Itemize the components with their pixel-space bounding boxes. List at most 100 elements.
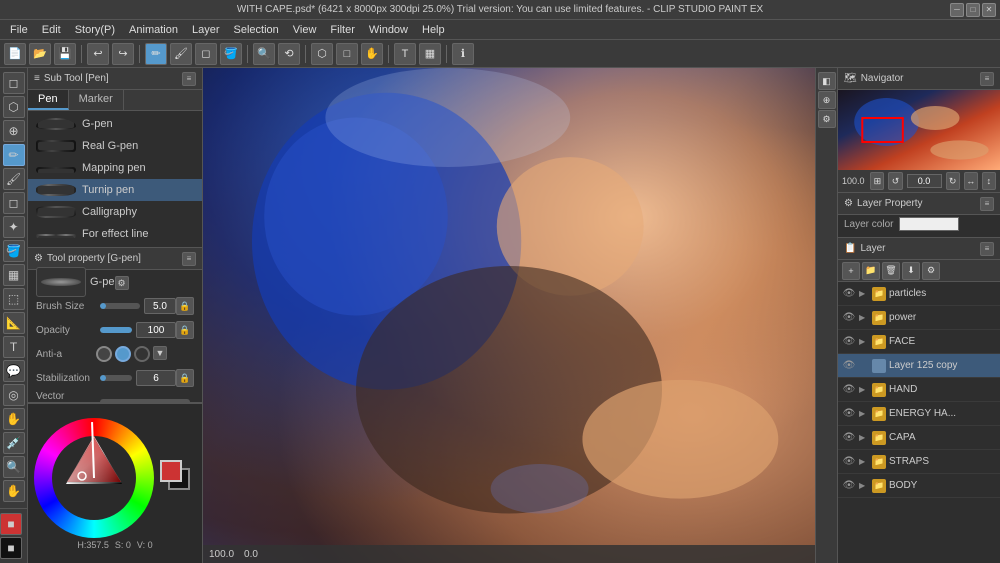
right-icon-3[interactable]: ⚙ bbox=[818, 110, 836, 128]
layer-eye-power[interactable]: 👁 bbox=[842, 311, 856, 325]
tool-hand[interactable]: ✋ bbox=[3, 480, 25, 502]
layer-expand-power[interactable]: ▶ bbox=[859, 313, 869, 322]
brush-mapping-pen[interactable]: Mapping pen bbox=[28, 157, 202, 179]
tool-move[interactable]: ✋ bbox=[3, 408, 25, 430]
tab-pen[interactable]: Pen bbox=[28, 90, 69, 110]
nav-rotate-left-btn[interactable]: ↺ bbox=[888, 172, 902, 190]
layer-eye-layer125[interactable]: 👁 bbox=[842, 359, 856, 373]
layer-eye-particles[interactable]: 👁 bbox=[842, 287, 856, 301]
toolbar-text[interactable]: T bbox=[394, 43, 416, 65]
brush-real-g-pen[interactable]: Real G-pen bbox=[28, 135, 202, 157]
layer-expand-face[interactable]: ▶ bbox=[859, 337, 869, 346]
minimize-button[interactable]: ─ bbox=[950, 3, 964, 17]
layer-expand-capa[interactable]: ▶ bbox=[859, 433, 869, 442]
tool-correction[interactable]: ◎ bbox=[3, 384, 25, 406]
layer-list-menu-btn[interactable]: ≡ bbox=[980, 242, 994, 256]
right-icon-2[interactable]: ⊕ bbox=[818, 91, 836, 109]
layer-delete-btn[interactable]: 🗑 bbox=[882, 262, 900, 280]
toolbar-zoom[interactable]: 🔍 bbox=[253, 43, 275, 65]
toolbar-open[interactable]: 📂 bbox=[29, 43, 51, 65]
tool-eyedropper[interactable]: 💉 bbox=[3, 432, 25, 454]
toolbar-select[interactable]: □ bbox=[336, 43, 358, 65]
layer-item-energy[interactable]: 👁 ▶ 📁 ENERGY HA... bbox=[838, 402, 1000, 426]
brush-g-pen[interactable]: G-pen bbox=[28, 113, 202, 135]
layer-color-swatch[interactable] bbox=[899, 217, 959, 231]
toolbar-info[interactable]: ℹ bbox=[452, 43, 474, 65]
tool-balloon[interactable]: 💬 bbox=[3, 360, 25, 382]
layer-expand-straps[interactable]: ▶ bbox=[859, 457, 869, 466]
tool-figure[interactable]: ⬚ bbox=[3, 288, 25, 310]
menu-animation[interactable]: Animation bbox=[123, 23, 184, 37]
layer-expand-energy[interactable]: ▶ bbox=[859, 409, 869, 418]
layer-expand-layer125[interactable] bbox=[859, 361, 869, 370]
anti-alias-off-btn[interactable] bbox=[96, 346, 112, 362]
layer-item-body[interactable]: 👁 ▶ 📁 BODY bbox=[838, 474, 1000, 498]
tool-zoom[interactable]: 🔍 bbox=[3, 456, 25, 478]
layer-expand-hand[interactable]: ▶ bbox=[859, 385, 869, 394]
tool-ruler[interactable]: 📐 bbox=[3, 312, 25, 334]
toolbar-pen-icon[interactable]: ✏ bbox=[145, 43, 167, 65]
menu-edit[interactable]: Edit bbox=[36, 23, 67, 37]
layer-eye-capa[interactable]: 👁 bbox=[842, 431, 856, 445]
sub-tool-menu-btn[interactable]: ≡ bbox=[182, 72, 196, 86]
opacity-input[interactable] bbox=[136, 322, 176, 338]
layer-eye-body[interactable]: 👁 bbox=[842, 479, 856, 493]
tool-lasso[interactable]: ⬡ bbox=[3, 96, 25, 118]
toolbar-eraser[interactable]: ◻ bbox=[195, 43, 217, 65]
tool-selection[interactable]: ◻ bbox=[3, 72, 25, 94]
anti-alias-expand-btn[interactable]: ▼ bbox=[153, 346, 167, 360]
layer-item-layer125[interactable]: 👁 Layer 125 copy bbox=[838, 354, 1000, 378]
nav-flip-h-btn[interactable]: ↔ bbox=[964, 172, 978, 190]
brush-calligraphy[interactable]: Calligraphy bbox=[28, 201, 202, 223]
tool-fg-color[interactable]: ■ bbox=[0, 513, 22, 535]
layer-item-capa[interactable]: 👁 ▶ 📁 CAPA bbox=[838, 426, 1000, 450]
menu-help[interactable]: Help bbox=[416, 23, 451, 37]
stabilization-lock-btn[interactable]: 🔒 bbox=[176, 369, 194, 387]
tool-auto-select[interactable]: ⊕ bbox=[3, 120, 25, 142]
toolbar-undo[interactable]: ↩ bbox=[87, 43, 109, 65]
toolbar-gradient[interactable]: ▦ bbox=[419, 43, 441, 65]
brush-turnip-pen[interactable]: Turnip pen bbox=[28, 179, 202, 201]
stabilization-slider[interactable] bbox=[100, 375, 132, 381]
tool-gradient[interactable]: ▦ bbox=[3, 264, 25, 286]
layer-eye-straps[interactable]: 👁 bbox=[842, 455, 856, 469]
opacity-slider[interactable] bbox=[100, 327, 132, 333]
tab-marker[interactable]: Marker bbox=[69, 90, 124, 110]
tool-property-menu-btn[interactable]: ≡ bbox=[182, 252, 196, 266]
menu-window[interactable]: Window bbox=[363, 23, 414, 37]
brush-effect-line[interactable]: For effect line bbox=[28, 223, 202, 245]
foreground-color-swatch[interactable] bbox=[160, 460, 182, 482]
menu-file[interactable]: File bbox=[4, 23, 34, 37]
anti-alias-high-btn[interactable] bbox=[134, 346, 150, 362]
layer-item-face[interactable]: 👁 ▶ 📁 FACE bbox=[838, 330, 1000, 354]
layer-merge-btn[interactable]: ⬇ bbox=[902, 262, 920, 280]
brush-settings-btn[interactable]: ⚙ bbox=[115, 276, 129, 290]
canvas-area[interactable]: 100.0 0.0 bbox=[203, 68, 815, 563]
menu-selection[interactable]: Selection bbox=[228, 23, 285, 37]
maximize-button[interactable]: □ bbox=[966, 3, 980, 17]
nav-flip-v-btn[interactable]: ↕ bbox=[982, 172, 996, 190]
tool-fill[interactable]: 🪣 bbox=[3, 240, 25, 262]
layer-property-menu-btn[interactable]: ≡ bbox=[980, 197, 994, 211]
menu-filter[interactable]: Filter bbox=[324, 23, 360, 37]
layer-expand-particles[interactable]: ▶ bbox=[859, 289, 869, 298]
toolbar-save[interactable]: 💾 bbox=[54, 43, 76, 65]
brush-size-input[interactable] bbox=[144, 298, 176, 314]
opacity-lock-btn[interactable]: 🔒 bbox=[176, 321, 194, 339]
menu-view[interactable]: View bbox=[287, 23, 323, 37]
toolbar-fill[interactable]: 🪣 bbox=[220, 43, 242, 65]
color-wheel[interactable] bbox=[34, 418, 154, 538]
tool-eraser[interactable]: ◻ bbox=[3, 192, 25, 214]
tool-pen[interactable]: ✏ bbox=[3, 144, 25, 166]
nav-zoom-fit-btn[interactable]: ⊞ bbox=[870, 172, 884, 190]
brush-size-slider[interactable] bbox=[100, 303, 140, 309]
layer-settings-btn[interactable]: ⚙ bbox=[922, 262, 940, 280]
layer-item-particles[interactable]: 👁 ▶ 📁 particles bbox=[838, 282, 1000, 306]
close-button[interactable]: ✕ bbox=[982, 3, 996, 17]
layer-new-btn[interactable]: + bbox=[842, 262, 860, 280]
layer-item-power[interactable]: 👁 ▶ 📁 power bbox=[838, 306, 1000, 330]
brush-size-lock-btn[interactable]: 🔒 bbox=[176, 297, 194, 315]
nav-rotate-right-btn[interactable]: ↻ bbox=[946, 172, 960, 190]
layer-eye-energy[interactable]: 👁 bbox=[842, 407, 856, 421]
layer-eye-face[interactable]: 👁 bbox=[842, 335, 856, 349]
